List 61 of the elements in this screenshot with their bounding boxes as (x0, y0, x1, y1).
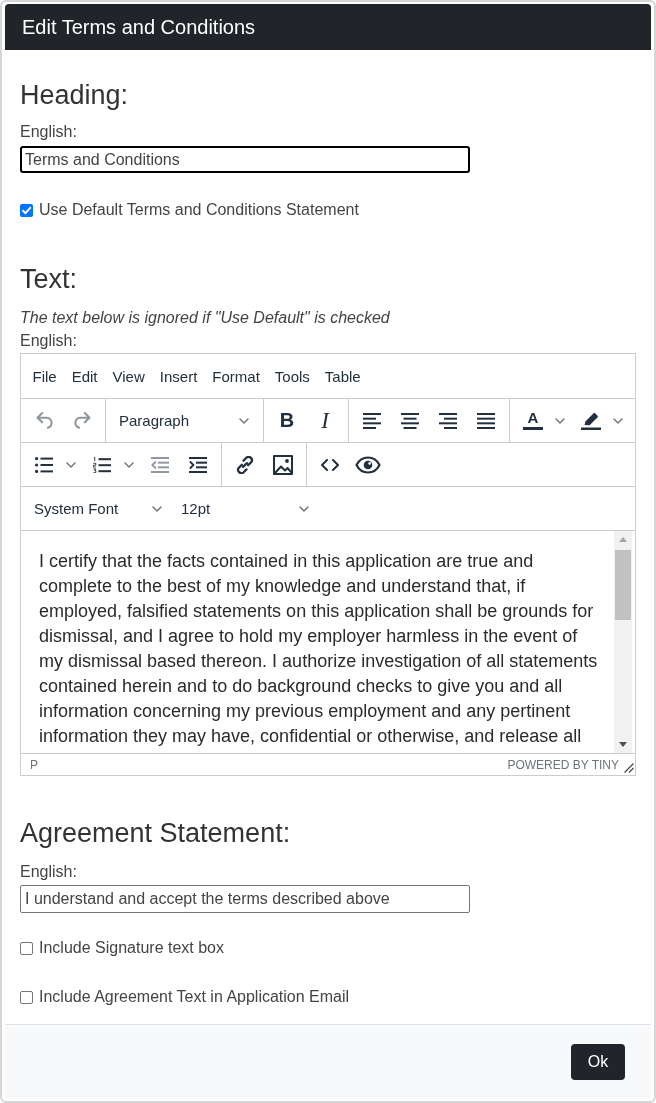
align-left-icon (363, 412, 381, 429)
chevron-icon (66, 461, 76, 468)
scroll-up-icon (619, 537, 627, 542)
undo-icon (35, 412, 53, 429)
color-bar-icon (523, 427, 543, 430)
menu-item[interactable]: File (26, 359, 63, 393)
section-heading: Agreement Statement: (20, 817, 291, 849)
resize-handle-icon[interactable] (624, 762, 634, 773)
bullet-list-icon (35, 456, 53, 473)
ok-button[interactable]: Ok (571, 1044, 625, 1080)
checkbox[interactable] (20, 990, 33, 1004)
chevron-icon (299, 505, 309, 512)
scrollbar[interactable] (614, 531, 632, 753)
checkbox-label[interactable]: Use Default Terms and Conditions Statement (39, 200, 359, 220)
justify-icon (477, 412, 495, 429)
bold-button[interactable]: B (270, 403, 304, 438)
link-icon (236, 455, 254, 474)
checkbox[interactable] (20, 941, 33, 955)
dialog-title: Edit Terms and Conditions (22, 15, 256, 39)
checkbox-label[interactable]: Include Signature text box (39, 938, 224, 958)
indent-icon (189, 456, 207, 473)
scroll-down-icon (619, 742, 627, 747)
chevron-icon (555, 417, 565, 424)
hint-text: The text below is ignored if "Use Default" is checked (20, 308, 390, 328)
field-label: English: (20, 331, 77, 351)
outdent-icon (151, 456, 169, 473)
menu-item[interactable]: Table (318, 359, 367, 393)
marker-icon (581, 411, 601, 430)
dropdown[interactable]: Paragraph (112, 403, 257, 438)
section-heading: Text: (20, 263, 78, 295)
text-input[interactable]: Terms and Conditions (20, 146, 470, 173)
field-label: English: (20, 122, 77, 142)
redo-icon (73, 412, 91, 429)
menu-item[interactable]: View (106, 359, 151, 393)
text-input[interactable]: I understand and accept the terms described above (20, 885, 470, 913)
checkbox[interactable] (20, 203, 33, 217)
editor-content-field[interactable]: I certify that the facts contained in this application are true and complete to the best of my knowledge and understand that, if employed, falsified statements on this application shall be grounds for dismissal, and I agree to hold my employer harmless in the event of my dismissal based thereon. I authorize investigation of all statements contained herein and to do background checks to give you and all information concerning my previous employment and any pertinent information they may have, confidential or otherwise, and release all (21, 531, 614, 753)
image-icon (273, 454, 293, 475)
dropdown[interactable]: System Font (27, 491, 170, 526)
chevron-icon (152, 505, 162, 512)
italic-button[interactable]: I (308, 403, 342, 438)
menu-item[interactable]: Edit (65, 359, 104, 393)
menu-item[interactable]: Format (206, 359, 266, 393)
field-label: English: (20, 862, 77, 882)
dropdown[interactable]: 12pt (174, 491, 317, 526)
chevron-icon (124, 461, 134, 468)
element-path[interactable]: P (30, 757, 38, 772)
chevron-icon (239, 417, 249, 424)
numbered-list-icon (93, 456, 111, 473)
align-right-icon (439, 412, 457, 429)
code-icon (321, 458, 339, 471)
chevron-icon (613, 417, 623, 424)
scrollbar-thumb[interactable] (615, 550, 631, 620)
eye-icon (355, 455, 381, 474)
text-color-button[interactable]: A (516, 403, 550, 438)
menu-item[interactable]: Insert (153, 359, 204, 393)
branding-link[interactable]: POWERED BY TINY (507, 757, 619, 772)
section-heading: Heading: (20, 79, 129, 111)
menu-item[interactable]: Tools (268, 359, 316, 393)
align-center-icon (401, 412, 419, 429)
checkbox-label[interactable]: Include Agreement Text in Application Email (39, 987, 350, 1007)
